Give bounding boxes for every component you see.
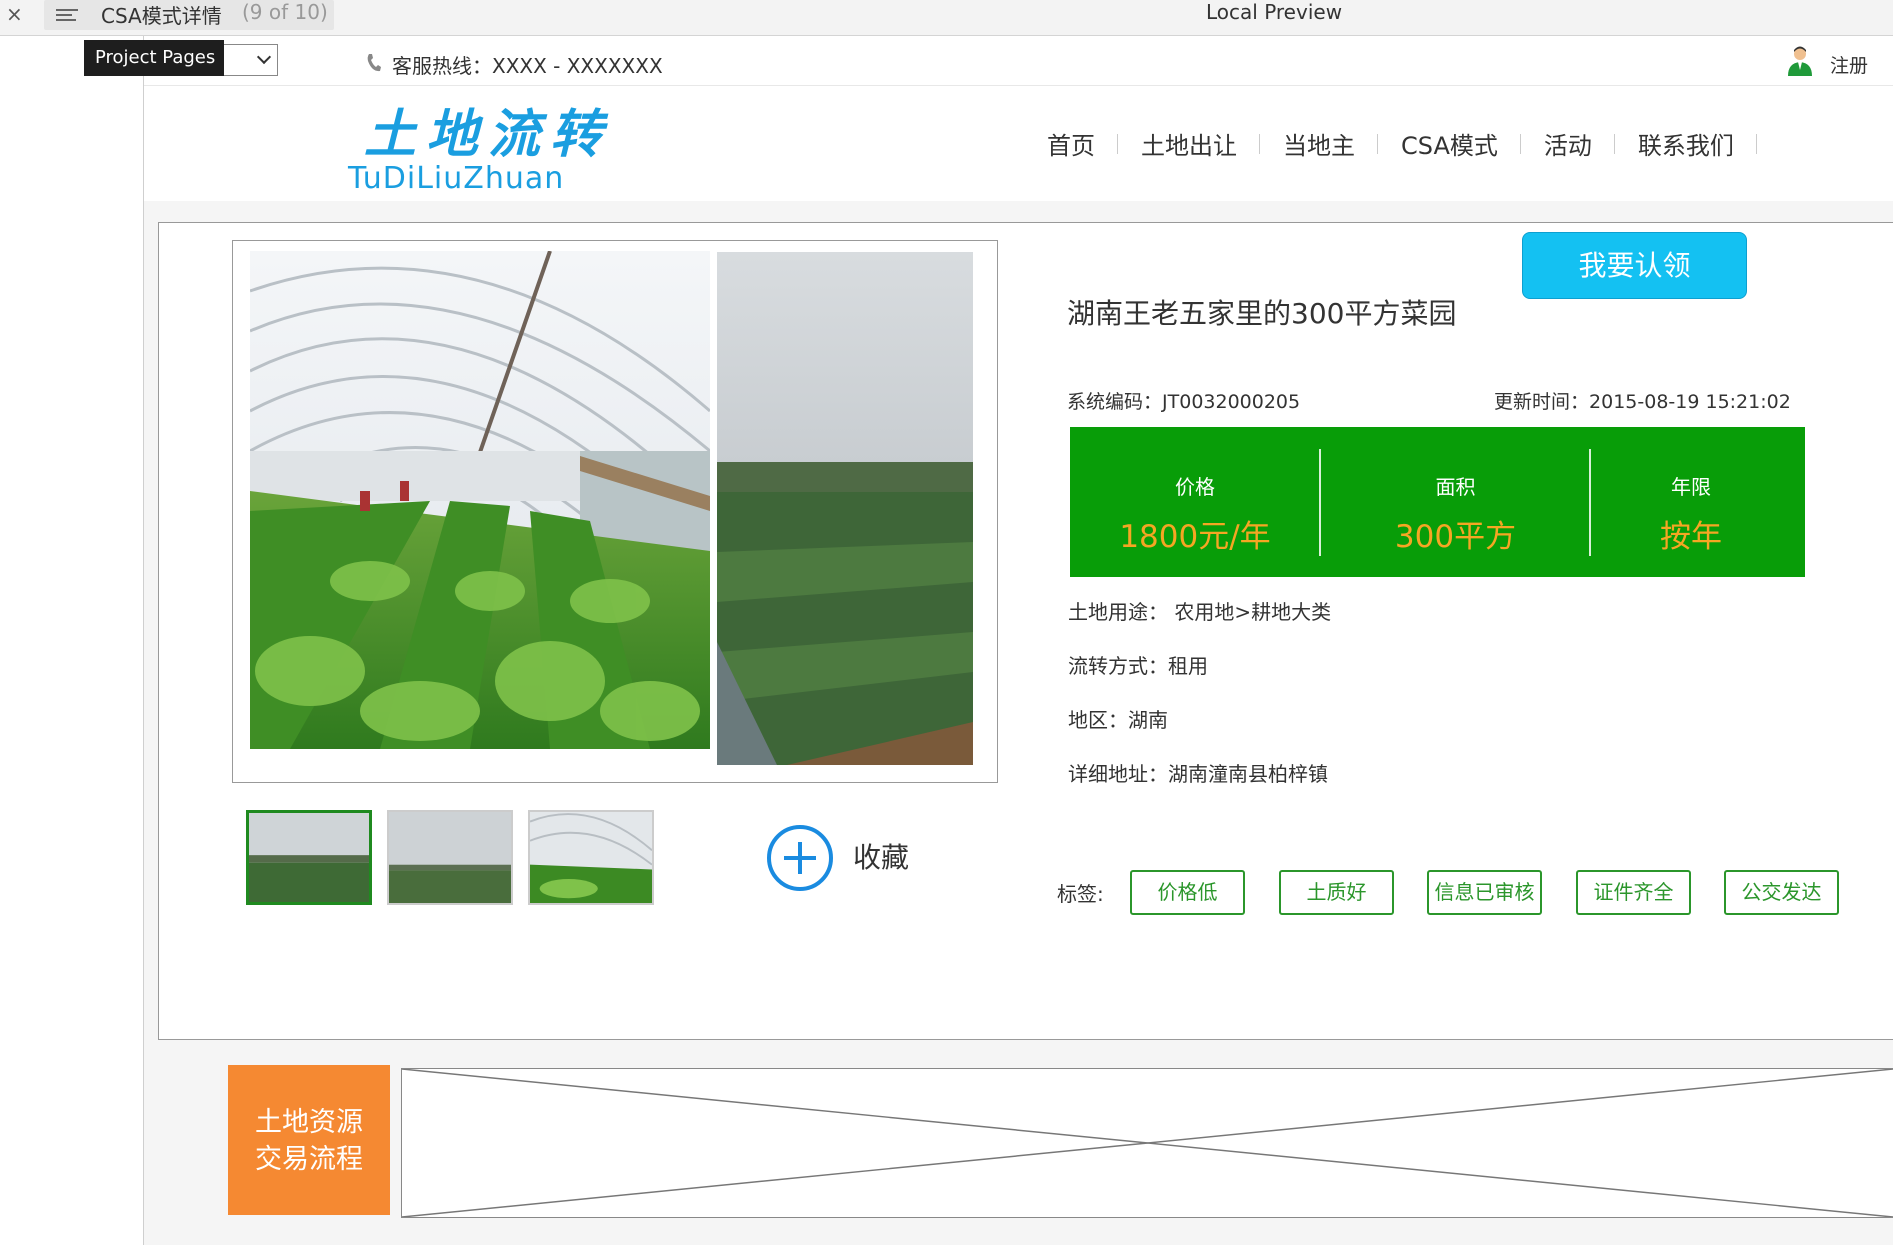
preview-toolbar: × CSA模式详情 (9 of 10) Local Preview xyxy=(0,0,1893,36)
greenhouse-photo[interactable] xyxy=(250,251,710,749)
page-selector[interactable]: CSA模式详情 (9 of 10) xyxy=(44,0,334,30)
hotline-text: 客服热线：XXXX - XXXXXXX xyxy=(392,54,663,78)
tags-label: 标签: xyxy=(1057,882,1104,906)
info-land-use: 土地用途： 农用地>耕地大类 xyxy=(1068,596,1331,625)
main-nav: 首页 土地出让 当地主 CSA模式 活动 联系我们 xyxy=(1024,125,1757,161)
info-value: 农用地>耕地大类 xyxy=(1174,600,1332,624)
system-code-label: 系统编码： xyxy=(1067,391,1163,413)
field-photo[interactable] xyxy=(717,252,973,765)
left-gutter xyxy=(0,36,144,1245)
stat-price: 价格 1800元/年 xyxy=(1070,427,1320,577)
info-label: 详细地址： xyxy=(1068,762,1168,786)
site-topbar: 客服热线：XXXX - XXXXXXX 注册 xyxy=(144,36,1893,86)
menu-icon[interactable] xyxy=(56,6,78,24)
page-title: CSA模式详情 xyxy=(101,4,222,28)
info-label: 流转方式： xyxy=(1068,654,1168,678)
logo-english[interactable]: TuDiLiuZhuan xyxy=(348,161,564,196)
add-favorite-icon[interactable] xyxy=(766,824,834,892)
nav-item-contact[interactable]: 联系我们 xyxy=(1615,126,1757,161)
preview-title: Local Preview xyxy=(1206,0,1343,24)
stat-area-label: 面积 xyxy=(1435,475,1476,499)
stat-term: 年限 按年 xyxy=(1591,427,1791,577)
user-icon xyxy=(1788,46,1812,76)
nav-item-csa[interactable]: CSA模式 xyxy=(1378,126,1521,161)
listing-title: 湖南王老五家里的300平方菜园 xyxy=(1067,297,1457,330)
favorite-label[interactable]: 收藏 xyxy=(853,836,909,876)
thumbnail-3[interactable] xyxy=(528,810,654,905)
nav-item-home[interactable]: 首页 xyxy=(1024,126,1118,161)
process-line-2: 交易流程 xyxy=(255,1144,363,1175)
site-header: 土地流转 TuDiLiuZhuan 首页 土地出让 当地主 CSA模式 活动 联… xyxy=(144,87,1893,201)
info-value: 租用 xyxy=(1168,654,1208,678)
system-code-value: JT0032000205 xyxy=(1162,391,1301,413)
stats-box: 价格 1800元/年 面积 300平方 年限 按年 xyxy=(1070,427,1805,577)
nav-item-land-transfer[interactable]: 土地出让 xyxy=(1118,126,1260,161)
system-code: 系统编码：JT0032000205 xyxy=(1067,387,1300,414)
phone-icon xyxy=(367,54,381,72)
chevron-down-icon xyxy=(256,49,272,65)
tag-documents-complete[interactable]: 证件齐全 xyxy=(1576,870,1691,915)
register-link[interactable]: 注册 xyxy=(1830,51,1868,78)
tag-transit[interactable]: 公交发达 xyxy=(1724,870,1839,915)
tooltip: Project Pages xyxy=(84,40,224,76)
info-label: 土地用途： xyxy=(1068,600,1168,624)
nav-item-events[interactable]: 活动 xyxy=(1521,126,1615,161)
stat-price-value: 1800元/年 xyxy=(1119,519,1271,555)
info-transfer-method: 流转方式：租用 xyxy=(1068,650,1208,679)
stat-price-label: 价格 xyxy=(1175,475,1215,499)
info-address: 详细地址：湖南潼南县柏梓镇 xyxy=(1068,758,1328,787)
page-count: (9 of 10) xyxy=(242,0,328,24)
tag-verified[interactable]: 信息已审核 xyxy=(1427,870,1542,915)
stat-area-value: 300平方 xyxy=(1394,519,1517,555)
info-value: 湖南 xyxy=(1128,708,1168,732)
thumbnail-1[interactable] xyxy=(246,810,372,905)
tag-low-price[interactable]: 价格低 xyxy=(1130,870,1245,915)
nav-item-local-owner[interactable]: 当地主 xyxy=(1260,126,1378,161)
info-region: 地区：湖南 xyxy=(1068,704,1168,733)
updated-time-value: 2015-08-19 15:21:02 xyxy=(1589,391,1791,413)
info-label: 地区： xyxy=(1068,708,1128,732)
stat-term-label: 年限 xyxy=(1671,475,1711,499)
claim-button[interactable]: 我要认领 xyxy=(1522,232,1747,299)
updated-time-label: 更新时间： xyxy=(1494,391,1590,413)
updated-time: 更新时间：2015-08-19 15:21:02 xyxy=(1494,387,1791,414)
logo-chinese[interactable]: 土地流转 xyxy=(364,92,612,167)
thumbnail-2[interactable] xyxy=(387,810,513,905)
image-placeholder xyxy=(401,1068,1893,1218)
stat-term-value: 按年 xyxy=(1660,519,1722,555)
tag-good-soil[interactable]: 土质好 xyxy=(1279,870,1394,915)
info-value: 湖南潼南县柏梓镇 xyxy=(1168,762,1328,786)
trade-process-box[interactable]: 土地资源 交易流程 xyxy=(228,1065,390,1215)
process-line-1: 土地资源 xyxy=(255,1107,363,1138)
stat-area: 面积 300平方 xyxy=(1321,427,1590,577)
close-icon[interactable]: × xyxy=(6,2,23,26)
